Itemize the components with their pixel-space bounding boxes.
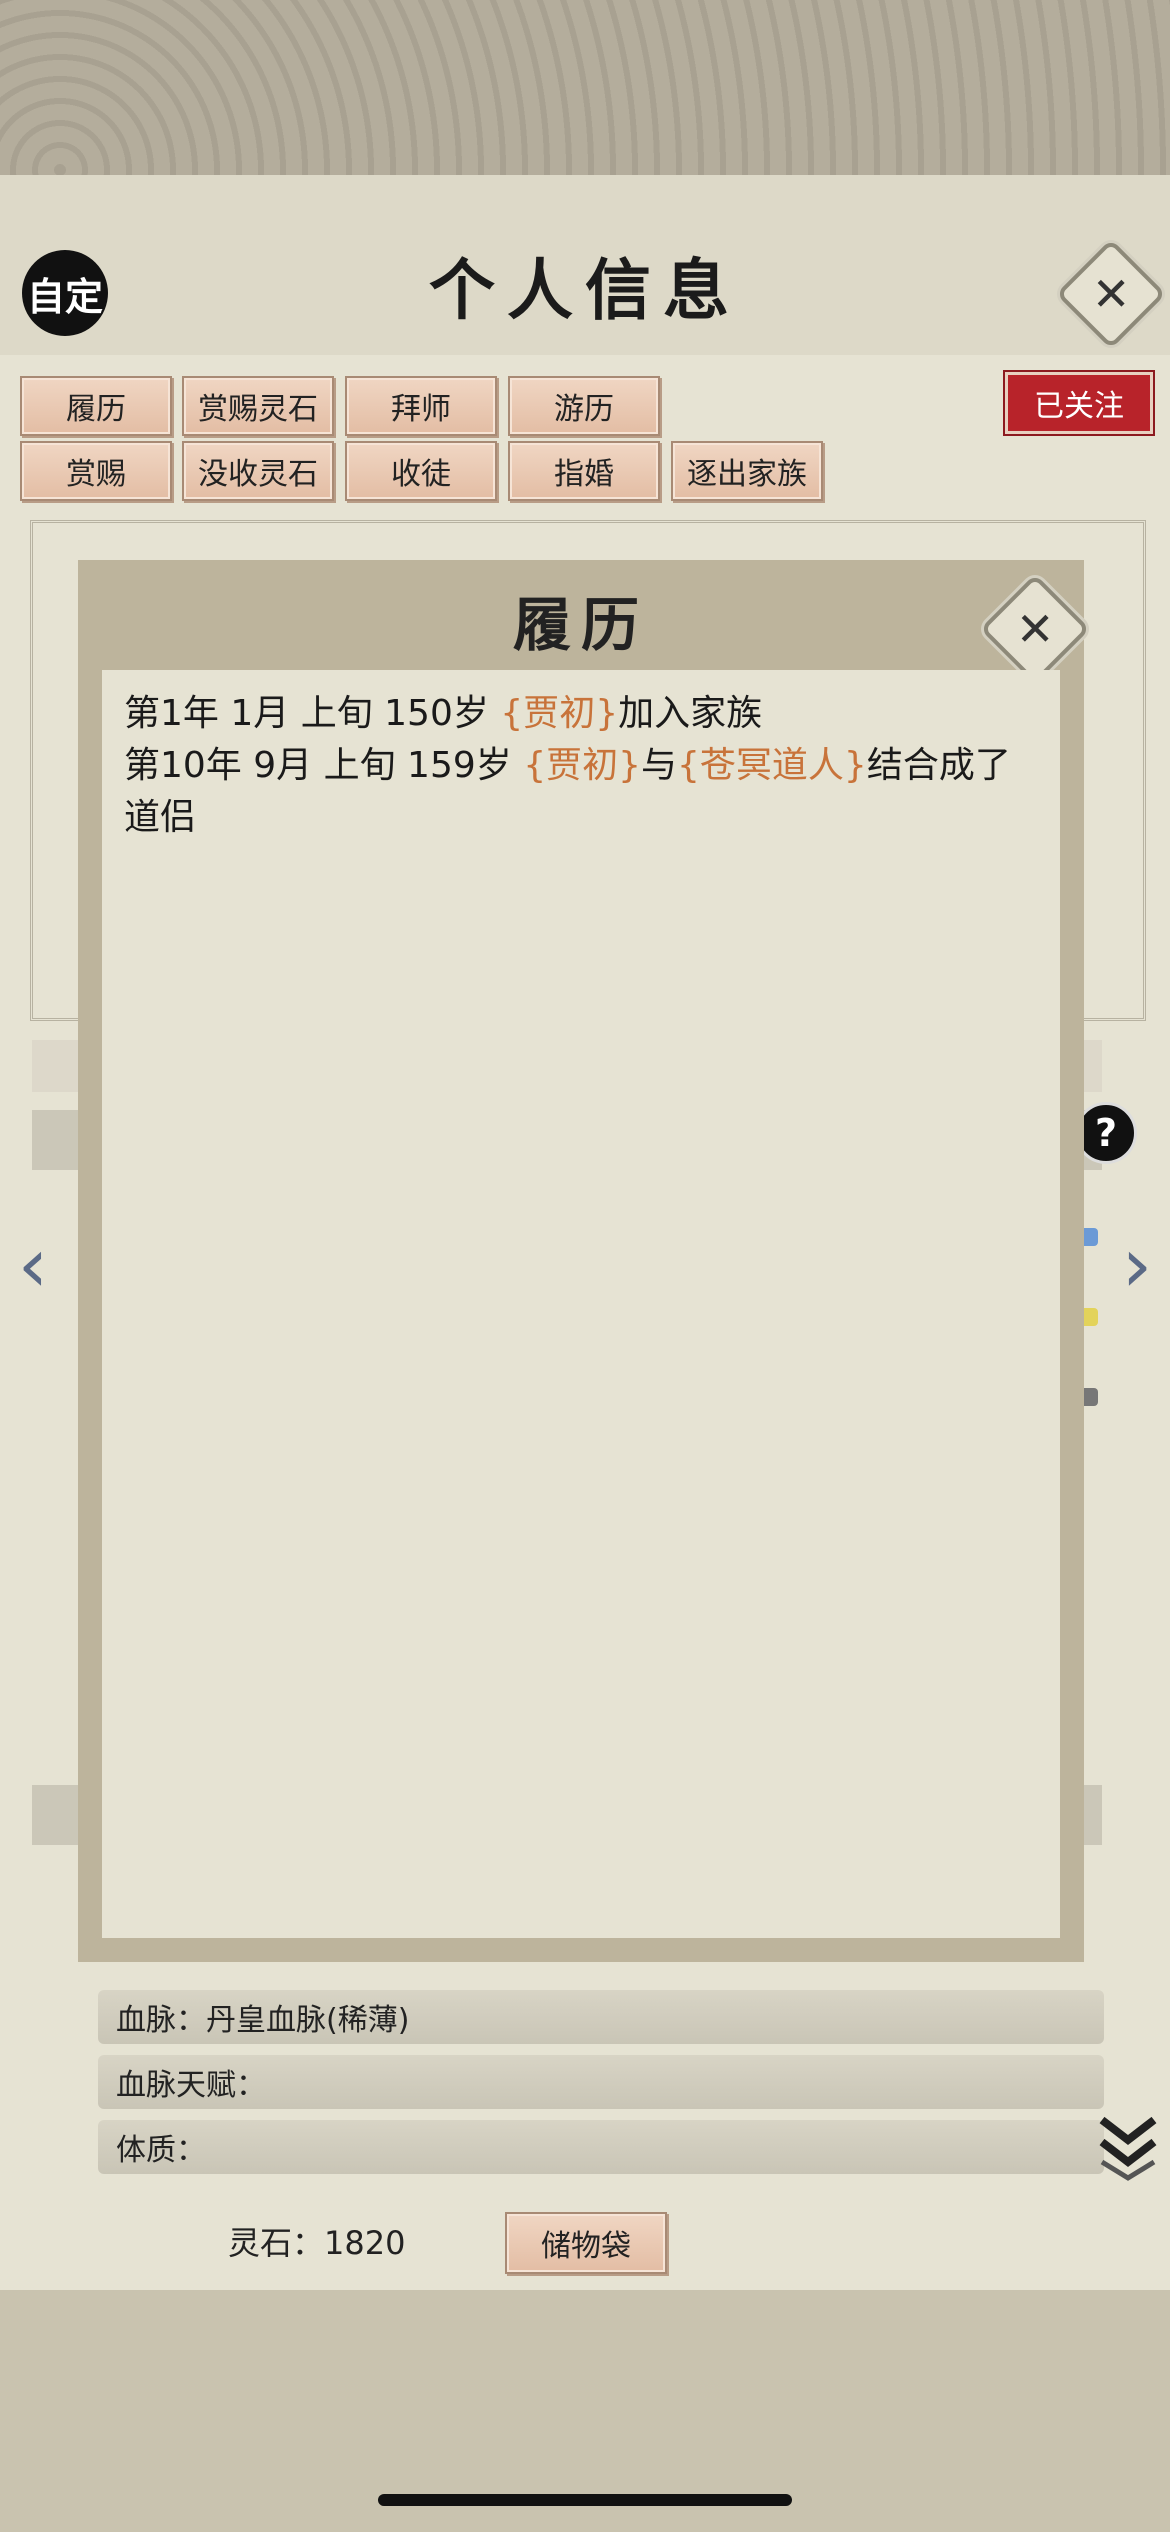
- bloodline-talent-label: 血脉天赋：: [116, 2068, 266, 2103]
- spirit-stone-count: 灵石：1820: [228, 2224, 406, 2262]
- history-entry: 第10年 9月 上旬 159岁 {贾初}与{苍冥道人}结合成了道侣: [124, 740, 1044, 844]
- storage-bag-button[interactable]: 储物袋: [505, 2212, 667, 2274]
- entry-date: 第1年 1月 上旬 150岁: [124, 693, 501, 734]
- bloodline-talent-row: 血脉天赋：: [98, 2055, 1104, 2109]
- page-title: 个人信息: [429, 251, 741, 329]
- bloodline-label: 血脉：丹皇血脉(稀薄): [116, 2003, 410, 2038]
- confiscate-stones-button[interactable]: 没收灵石: [182, 441, 334, 501]
- next-arrow-icon[interactable]: ›: [1112, 1225, 1162, 1305]
- entry-date: 第10年 9月 上旬 159岁: [124, 745, 524, 786]
- history-entry: 第1年 1月 上旬 150岁 {贾初}加入家族: [124, 688, 1044, 740]
- arrange-marriage-button[interactable]: 指婚: [508, 441, 660, 501]
- reward-button[interactable]: 赏赐: [20, 441, 172, 501]
- reward-stones-button[interactable]: 赏赐灵石: [182, 376, 334, 436]
- custom-button[interactable]: 自定: [22, 250, 108, 336]
- character-name[interactable]: {贾初}: [523, 745, 641, 786]
- physique-label: 体质：: [116, 2133, 206, 2168]
- followed-badge[interactable]: 已关注: [1005, 372, 1153, 434]
- entry-connector: 与: [641, 745, 678, 786]
- bloodline-row: 血脉：丹皇血脉(稀薄): [98, 1990, 1104, 2044]
- history-button[interactable]: 履历: [20, 376, 172, 436]
- close-icon: ✕: [1091, 266, 1131, 321]
- character-name[interactable]: {苍冥道人}: [677, 745, 867, 786]
- close-icon: ✕: [1015, 601, 1055, 656]
- physique-row: 体质：: [98, 2120, 1104, 2174]
- decorative-wave-band: [0, 0, 1170, 179]
- double-chevron-down-icon[interactable]: [1096, 2112, 1160, 2182]
- travel-button[interactable]: 游历: [508, 376, 660, 436]
- apprentice-button[interactable]: 拜师: [345, 376, 497, 436]
- modal-body: 第1年 1月 上旬 150岁 {贾初}加入家族 第10年 9月 上旬 159岁 …: [102, 670, 1060, 1938]
- home-indicator[interactable]: [378, 2494, 792, 2506]
- entry-text: 加入家族: [618, 693, 763, 734]
- previous-arrow-icon[interactable]: ‹: [8, 1225, 58, 1305]
- character-name[interactable]: {贾初}: [500, 693, 618, 734]
- modal-title: 履历: [512, 591, 649, 659]
- help-icon[interactable]: ?: [1075, 1102, 1137, 1164]
- take-disciple-button[interactable]: 收徒: [345, 441, 497, 501]
- expel-button[interactable]: 逐出家族: [671, 441, 823, 501]
- history-modal: 履历 ✕ 第1年 1月 上旬 150岁 {贾初}加入家族 第10年 9月 上旬 …: [78, 560, 1091, 1962]
- history-log: 第1年 1月 上旬 150岁 {贾初}加入家族 第10年 9月 上旬 159岁 …: [124, 688, 1044, 844]
